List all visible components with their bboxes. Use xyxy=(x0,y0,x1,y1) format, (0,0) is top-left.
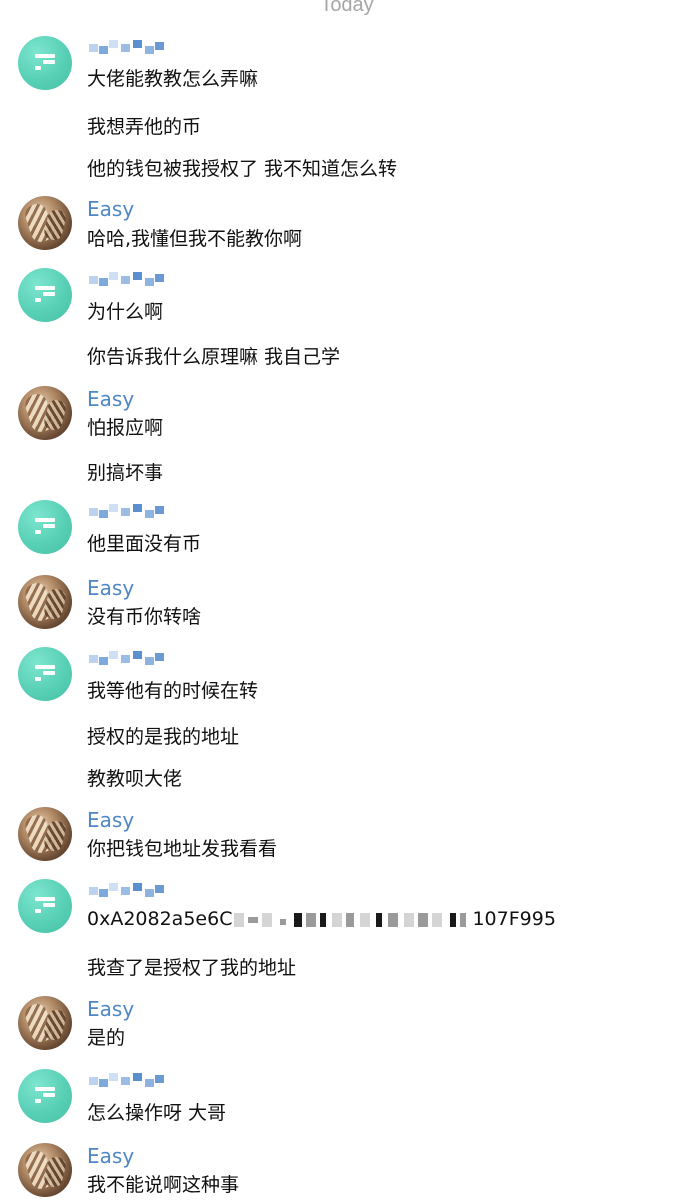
teal-logo-avatar-icon[interactable] xyxy=(18,500,72,554)
message-text[interactable]: 大佬能教教怎么弄嘛 xyxy=(87,64,258,91)
teal-logo-avatar-icon[interactable] xyxy=(18,879,72,933)
message-text[interactable]: 他里面没有币 xyxy=(87,529,201,556)
redacted-sender-name[interactable] xyxy=(87,40,169,56)
redacted-sender-name[interactable] xyxy=(87,651,169,667)
teal-logo-avatar-icon[interactable] xyxy=(18,36,72,90)
message-text[interactable]: 你把钱包地址发我看看 xyxy=(87,834,277,861)
wood-photo-avatar-icon[interactable] xyxy=(18,196,72,250)
wood-photo-avatar-icon[interactable] xyxy=(18,996,72,1050)
message-text[interactable]: 为什么啊 xyxy=(87,297,163,324)
message-text[interactable]: 教教呗大佬 xyxy=(87,764,182,791)
date-separator: Today xyxy=(0,0,695,20)
message-text[interactable]: 没有币你转啥 xyxy=(87,602,201,629)
message-text[interactable]: 我等他有的时候在转 xyxy=(87,676,258,703)
teal-logo-avatar-icon[interactable] xyxy=(18,268,72,322)
message-text[interactable]: 他的钱包被我授权了 我不知道怎么转 xyxy=(87,154,397,181)
message-text[interactable]: 是的 xyxy=(87,1023,125,1050)
message-text[interactable]: 别搞坏事 xyxy=(87,458,163,485)
message-text[interactable]: 我不能说啊这种事 xyxy=(87,1170,239,1197)
sender-name[interactable]: Easy xyxy=(87,197,134,221)
wood-photo-avatar-icon[interactable] xyxy=(18,1143,72,1197)
teal-logo-avatar-icon[interactable] xyxy=(18,1069,72,1123)
sender-name[interactable]: Easy xyxy=(87,808,134,832)
message-text[interactable]: 授权的是我的地址 xyxy=(87,722,239,749)
redacted-sender-name[interactable] xyxy=(87,504,169,520)
wallet-address-message[interactable]: 0xA2082a5e6C 107F995 xyxy=(87,908,556,930)
sender-name[interactable]: Easy xyxy=(87,576,134,600)
sender-name[interactable]: Easy xyxy=(87,1144,134,1168)
wood-photo-avatar-icon[interactable] xyxy=(18,807,72,861)
message-text[interactable]: 我查了是授权了我的地址 xyxy=(87,953,296,980)
date-label: Today xyxy=(320,0,374,16)
message-text[interactable]: 怕报应啊 xyxy=(87,413,163,440)
redacted-address-mosaic xyxy=(232,911,472,929)
message-text[interactable]: 你告诉我什么原理嘛 我自己学 xyxy=(87,342,340,369)
redacted-sender-name[interactable] xyxy=(87,883,169,899)
wood-photo-avatar-icon[interactable] xyxy=(18,575,72,629)
wood-photo-avatar-icon[interactable] xyxy=(18,386,72,440)
message-text[interactable]: 我想弄他的币 xyxy=(87,112,201,139)
message-text[interactable]: 怎么操作呀 大哥 xyxy=(87,1098,226,1125)
sender-name[interactable]: Easy xyxy=(87,387,134,411)
teal-logo-avatar-icon[interactable] xyxy=(18,647,72,701)
address-prefix: 0xA2082a5e6C xyxy=(87,908,233,930)
redacted-sender-name[interactable] xyxy=(87,272,169,288)
message-text[interactable]: 哈哈,我懂但我不能教你啊 xyxy=(87,224,302,251)
redacted-sender-name[interactable] xyxy=(87,1073,169,1089)
address-suffix: 107F995 xyxy=(472,908,556,930)
sender-name[interactable]: Easy xyxy=(87,997,134,1021)
